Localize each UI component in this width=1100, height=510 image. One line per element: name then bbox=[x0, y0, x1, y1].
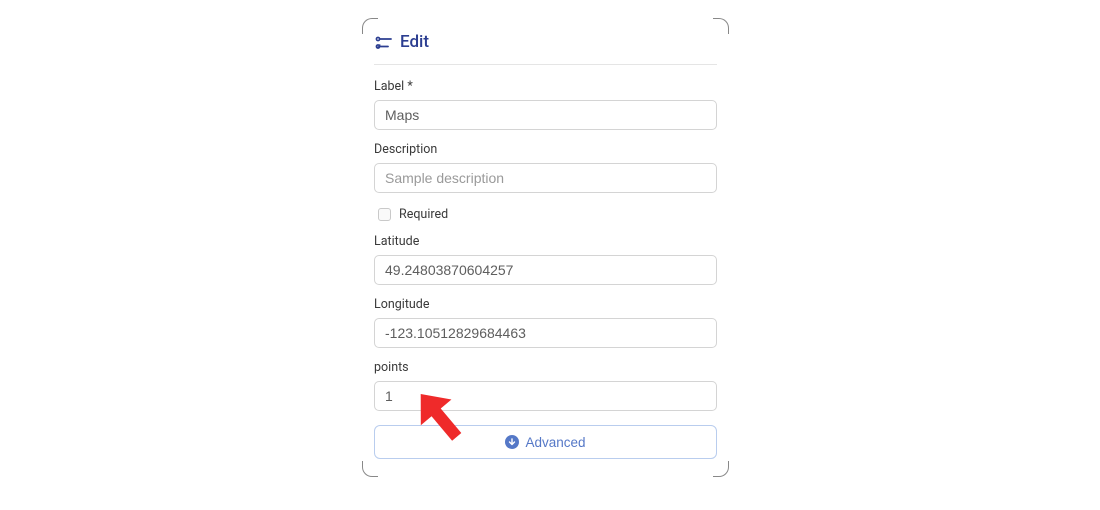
advanced-button[interactable]: Advanced bbox=[374, 425, 717, 459]
advanced-button-label: Advanced bbox=[525, 435, 585, 450]
edit-panel: Edit Label * Description Required Latitu… bbox=[362, 18, 729, 477]
sliders-icon bbox=[374, 35, 392, 49]
required-checkbox[interactable] bbox=[378, 208, 391, 221]
longitude-field-label: Longitude bbox=[374, 297, 717, 312]
description-field-label: Description bbox=[374, 142, 717, 157]
points-input[interactable] bbox=[374, 381, 717, 411]
latitude-input[interactable] bbox=[374, 255, 717, 285]
required-label: Required bbox=[399, 207, 448, 222]
description-input[interactable] bbox=[374, 163, 717, 193]
label-input[interactable] bbox=[374, 100, 717, 130]
panel-header: Edit bbox=[374, 22, 717, 65]
label-field-label: Label * bbox=[374, 79, 717, 94]
longitude-input[interactable] bbox=[374, 318, 717, 348]
required-row: Required bbox=[378, 207, 717, 222]
panel-title: Edit bbox=[400, 32, 429, 52]
points-field-label: points bbox=[374, 360, 717, 375]
latitude-field-label: Latitude bbox=[374, 234, 717, 249]
arrow-down-circle-icon bbox=[505, 435, 519, 449]
